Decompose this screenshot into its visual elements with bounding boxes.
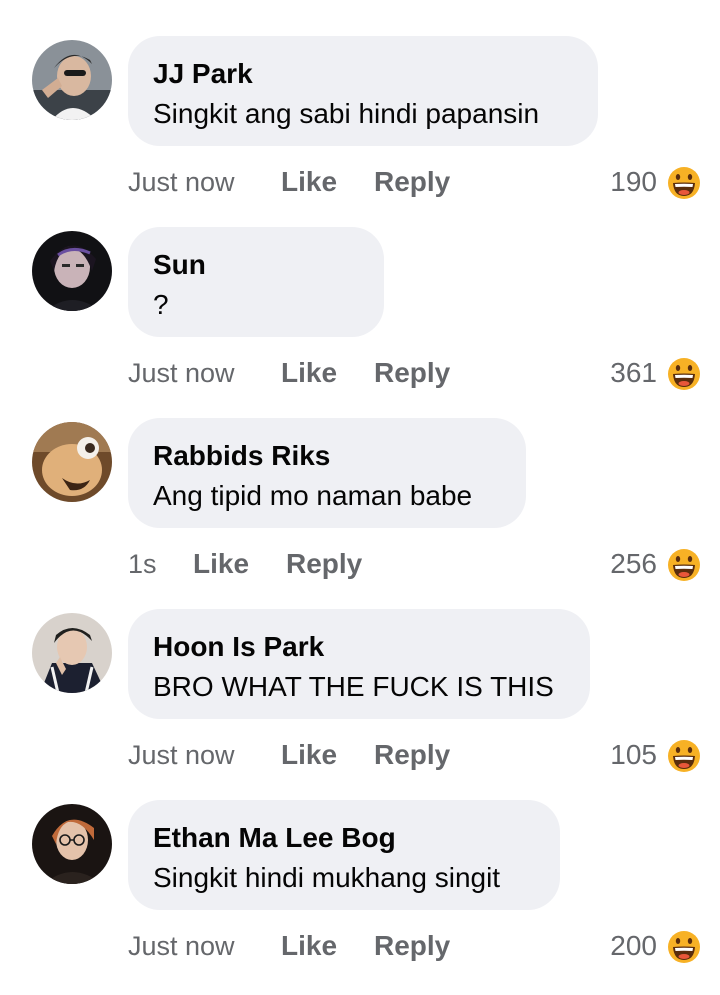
comment-bubble: Hoon Is Park BRO WHAT THE FUCK IS THIS xyxy=(128,609,590,719)
haha-emoji-icon[interactable] xyxy=(667,548,701,582)
comment-text: BRO WHAT THE FUCK IS THIS xyxy=(153,671,554,702)
comment-bubble: Rabbids Riks Ang tipid mo naman babe xyxy=(128,418,526,528)
comment-timestamp[interactable]: Just now xyxy=(128,162,235,202)
like-button[interactable]: Like xyxy=(281,353,337,393)
avatar[interactable] xyxy=(32,422,112,502)
comment-item: JJ Park Singkit ang sabi hindi papansin … xyxy=(0,36,720,231)
comment-timestamp[interactable]: Just now xyxy=(128,926,235,966)
reply-button[interactable]: Reply xyxy=(374,162,450,202)
comment-text: ? xyxy=(153,289,169,320)
like-button[interactable]: Like xyxy=(281,926,337,966)
like-button[interactable]: Like xyxy=(281,735,337,775)
comment-actions: Just now Like Reply 190 xyxy=(0,162,720,202)
like-button[interactable]: Like xyxy=(193,544,249,584)
avatar-image xyxy=(32,231,112,311)
comment-author[interactable]: Sun xyxy=(153,247,360,283)
haha-emoji-icon[interactable] xyxy=(667,930,701,964)
reply-button[interactable]: Reply xyxy=(374,735,450,775)
comment-actions: Just now Like Reply 361 xyxy=(0,353,720,393)
haha-emoji-icon[interactable] xyxy=(667,166,701,200)
haha-emoji-icon[interactable] xyxy=(667,357,701,391)
comment-item: Rabbids Riks Ang tipid mo naman babe 1s … xyxy=(0,418,720,613)
avatar-image xyxy=(32,40,112,120)
reply-button[interactable]: Reply xyxy=(374,353,450,393)
comment-actions: Just now Like Reply 105 xyxy=(0,735,720,775)
comment-item: Sun ? Just now Like Reply 361 xyxy=(0,227,720,422)
like-button[interactable]: Like xyxy=(281,162,337,202)
comment-timestamp[interactable]: Just now xyxy=(128,353,235,393)
avatar[interactable] xyxy=(32,40,112,120)
reply-button[interactable]: Reply xyxy=(374,926,450,966)
comment-actions: 1s Like Reply 256 xyxy=(0,544,720,584)
reaction-count[interactable]: 256 xyxy=(610,544,657,584)
comment-bubble: JJ Park Singkit ang sabi hindi papansin xyxy=(128,36,598,146)
comment-text: Singkit hindi mukhang singit xyxy=(153,862,501,893)
reaction-count[interactable]: 200 xyxy=(610,926,657,966)
avatar[interactable] xyxy=(32,231,112,311)
comment-author[interactable]: Hoon Is Park xyxy=(153,629,566,665)
comment-item: Ethan Ma Lee Bog Singkit hindi mukhang s… xyxy=(0,800,720,995)
comment-text: Ang tipid mo naman babe xyxy=(153,480,473,511)
comment-timestamp[interactable]: Just now xyxy=(128,735,235,775)
comment-author[interactable]: JJ Park xyxy=(153,56,574,92)
avatar-image xyxy=(32,422,112,502)
avatar-image xyxy=(32,613,112,693)
haha-emoji-icon[interactable] xyxy=(667,739,701,773)
comment-timestamp[interactable]: 1s xyxy=(128,544,157,584)
reaction-count[interactable]: 190 xyxy=(610,162,657,202)
reaction-count[interactable]: 361 xyxy=(610,353,657,393)
comment-bubble: Ethan Ma Lee Bog Singkit hindi mukhang s… xyxy=(128,800,560,910)
reaction-count[interactable]: 105 xyxy=(610,735,657,775)
comment-author[interactable]: Rabbids Riks xyxy=(153,438,502,474)
comment-item: Hoon Is Park BRO WHAT THE FUCK IS THIS J… xyxy=(0,609,720,804)
avatar-image xyxy=(32,804,112,884)
reply-button[interactable]: Reply xyxy=(286,544,362,584)
avatar[interactable] xyxy=(32,804,112,884)
comment-actions: Just now Like Reply 200 xyxy=(0,926,720,966)
avatar[interactable] xyxy=(32,613,112,693)
comment-author[interactable]: Ethan Ma Lee Bog xyxy=(153,820,536,856)
comment-text: Singkit ang sabi hindi papansin xyxy=(153,98,540,129)
comment-bubble: Sun ? xyxy=(128,227,384,337)
